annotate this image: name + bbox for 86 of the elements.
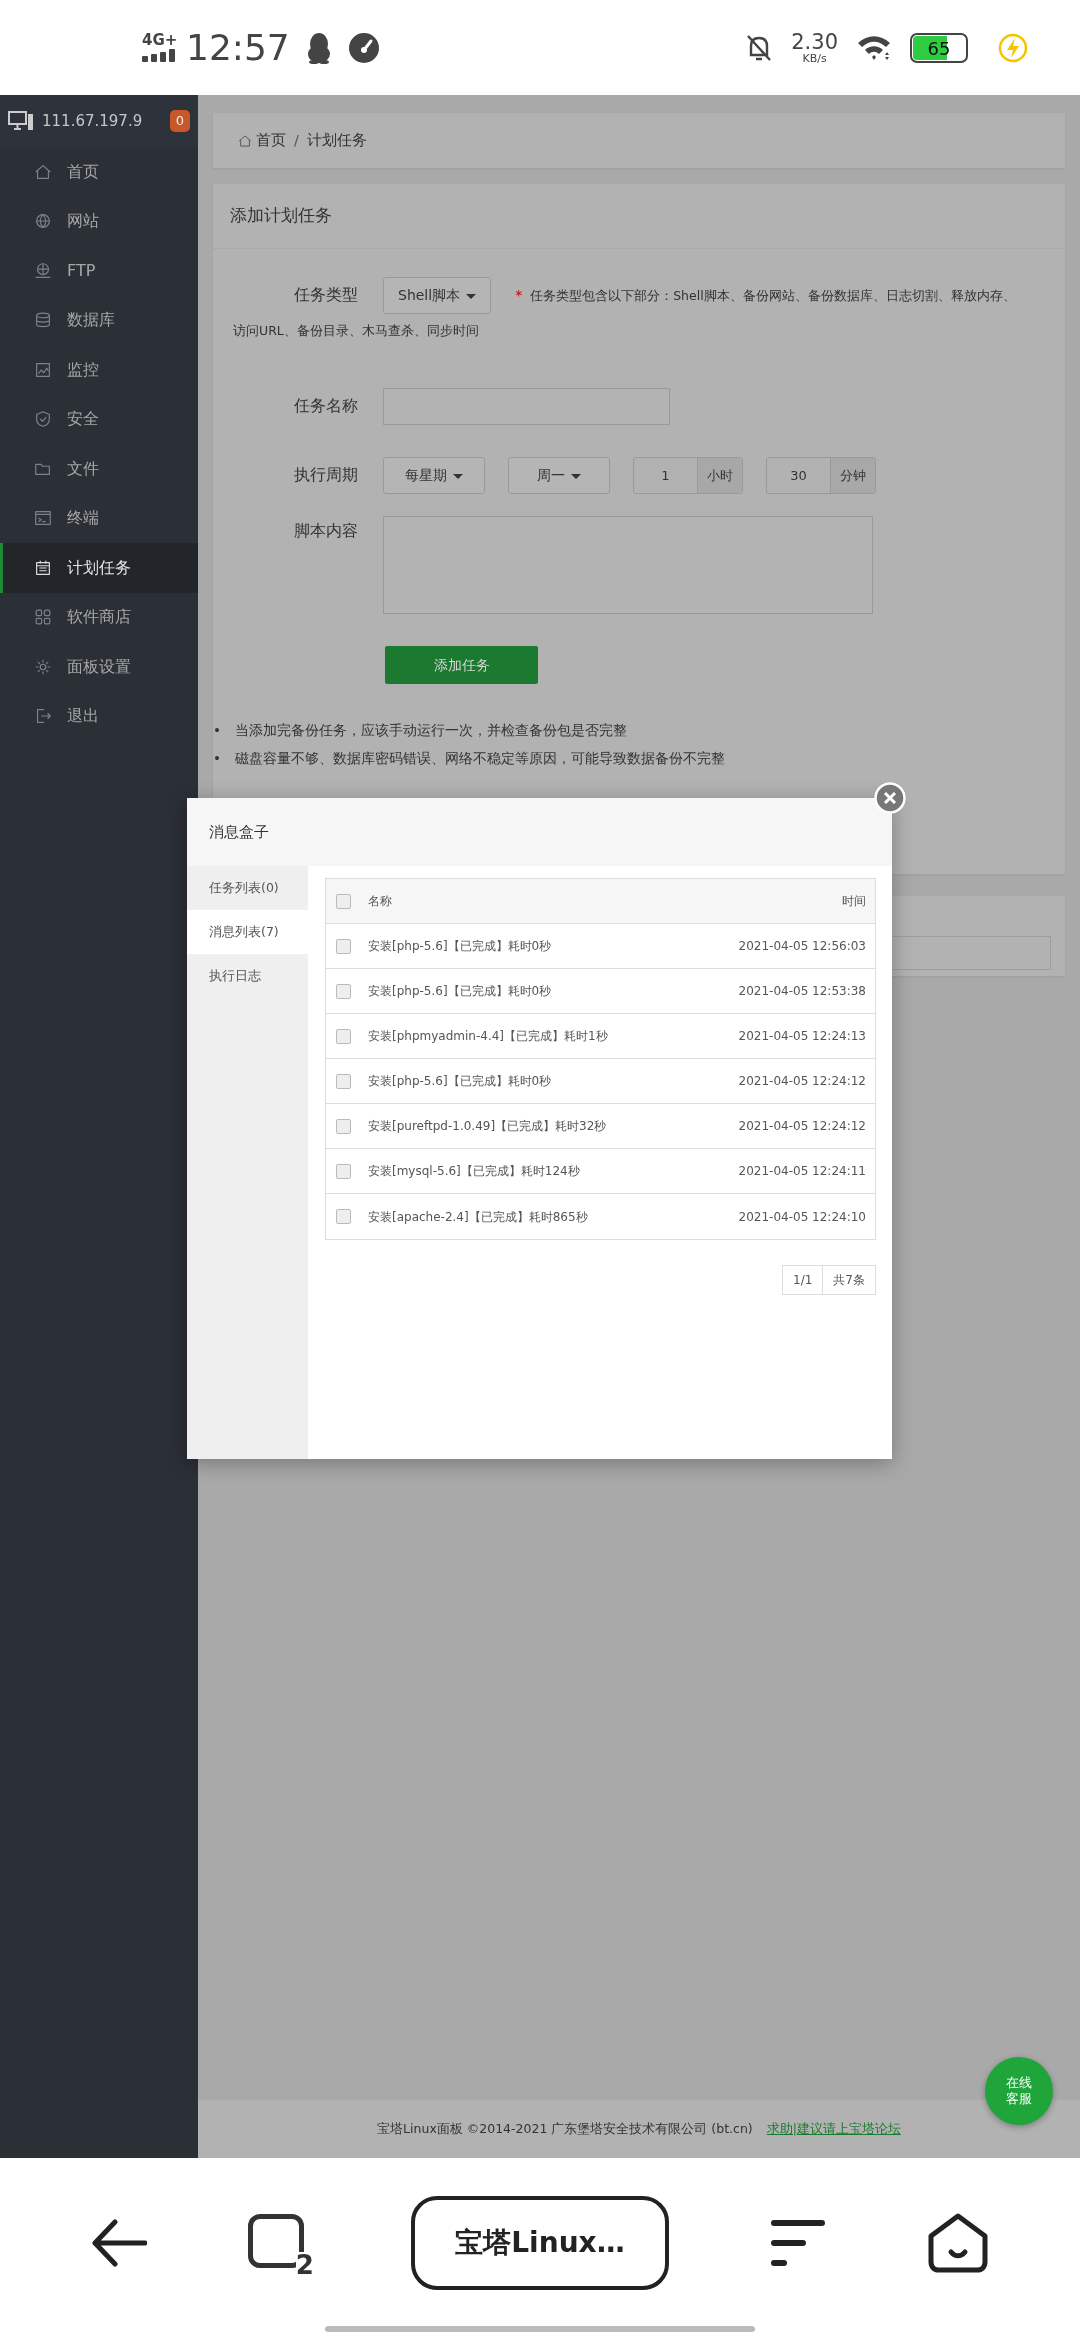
- page-indicator: 1/1: [783, 1266, 824, 1294]
- message-time: 2021-04-05 12:24:10: [738, 1208, 866, 1226]
- breadcrumb-link[interactable]: 首页: [256, 129, 286, 152]
- panel-title: 添加计划任务: [213, 184, 1065, 249]
- message-name: 安装[apache-2.4]【已完成】耗时865秒: [368, 1208, 588, 1226]
- clock-time: 12:57: [186, 25, 290, 70]
- menu-icon[interactable]: [770, 2218, 827, 2268]
- dialog-tab[interactable]: 执行日志: [187, 954, 308, 998]
- home-indicator[interactable]: [325, 2326, 755, 2332]
- row-checkbox[interactable]: [336, 1028, 351, 1044]
- row-checkbox[interactable]: [336, 1209, 351, 1224]
- select-all-checkbox[interactable]: [336, 893, 351, 909]
- sidebar-item[interactable]: 面板设置: [0, 642, 198, 692]
- network-type-label: 4G+: [142, 33, 178, 48]
- message-name: 安装[php-5.6]【已完成】耗时0秒: [368, 938, 552, 955]
- script-textarea[interactable]: [383, 516, 873, 614]
- message-time: 2021-04-05 12:53:38: [738, 983, 866, 1000]
- hour-input[interactable]: 1 小时: [633, 457, 743, 494]
- field-label: 任务类型: [293, 285, 359, 306]
- total-count: 共7条: [832, 1272, 866, 1289]
- add-task-button[interactable]: 添加任务: [385, 646, 538, 684]
- sidebar-item[interactable]: 终端: [0, 493, 198, 543]
- sidebar-item[interactable]: 计划任务: [0, 543, 198, 593]
- row-checkbox[interactable]: [336, 983, 351, 999]
- field-label: 脚本内容: [293, 521, 359, 542]
- field-label: 任务名称: [293, 395, 359, 417]
- message-time: 2021-04-05 12:24:13: [738, 1028, 866, 1045]
- row-checkbox[interactable]: [336, 1118, 351, 1134]
- row-checkbox[interactable]: [336, 938, 351, 954]
- task-type-hint: 任务类型包含以下部分：Shell脚本、备份网站、备份数据库、日志切割、释放内存、: [530, 288, 1016, 303]
- task-name-input[interactable]: [383, 388, 670, 425]
- home-face-icon[interactable]: [927, 2212, 990, 2274]
- sidebar-item[interactable]: 数据库: [0, 295, 198, 345]
- minute-input[interactable]: 30 分钟: [766, 457, 876, 494]
- dialog-title: 消息盒子: [187, 798, 892, 866]
- row-checkbox[interactable]: [336, 1163, 351, 1179]
- message-name: 安装[phpmyadmin-4.4]【已完成】耗时1秒: [368, 1028, 608, 1045]
- notification-count: 0: [169, 110, 190, 132]
- sidebar-item[interactable]: 文件: [0, 444, 198, 494]
- required-mark: *: [515, 287, 523, 303]
- message-name: 安装[pureftpd-1.0.49]【已完成】耗时32秒: [368, 1118, 607, 1135]
- monitor-icon: [8, 111, 34, 131]
- sidebar-item[interactable]: 网站: [0, 196, 198, 246]
- dialog-tab[interactable]: 消息列表(7): [187, 910, 308, 954]
- back-arrow-icon[interactable]: [90, 2218, 147, 2268]
- row-checkbox[interactable]: [336, 1073, 351, 1089]
- charging-icon: [998, 32, 1028, 63]
- copyright-text: 宝塔Linux面板 ©2014-2021 广东堡塔安全技术有限公司 (bt.cn): [377, 2119, 753, 2138]
- period-dropdown[interactable]: 每星期: [383, 457, 485, 494]
- message-time: 2021-04-05 12:24:11: [738, 1163, 866, 1180]
- message-time: 2021-04-05 12:56:03: [738, 938, 866, 955]
- sidebar-item[interactable]: 安全: [0, 394, 198, 444]
- note-text: 磁盘容量不够、数据库密码错误、网络不稳定等原因，可能导致数据备份不完整: [234, 749, 725, 768]
- server-ip: 111.67.197.9: [42, 110, 143, 132]
- sidebar-item[interactable]: 软件商店: [0, 592, 198, 642]
- bullet-mark: •: [213, 749, 221, 768]
- message-name: 安装[mysql-5.6]【已完成】耗时124秒: [368, 1163, 580, 1180]
- house-icon: [237, 132, 253, 149]
- message-time: 2021-04-05 12:24:12: [738, 1118, 866, 1135]
- breadcrumb-separator: /: [294, 130, 299, 150]
- column-header: 名称: [368, 893, 392, 910]
- message-name: 安装[php-5.6]【已完成】耗时0秒: [368, 1073, 552, 1090]
- note-text: 当添加完备份任务，应该手动运行一次，并检查备份包是否完整: [234, 721, 627, 740]
- penguin-icon: [305, 31, 332, 64]
- message-time: 2021-04-05 12:24:12: [738, 1073, 866, 1090]
- task-type-hint: 访问URL、备份目录、木马查杀、同步时间: [233, 323, 479, 338]
- speed-unit: KB/s: [802, 52, 827, 64]
- network-globe-icon: [33, 260, 53, 281]
- message-name: 安装[php-5.6]【已完成】耗时0秒: [368, 983, 552, 1000]
- task-type-dropdown[interactable]: Shell脚本: [383, 277, 492, 314]
- dialog-tab[interactable]: 任务列表(0): [187, 866, 308, 910]
- speedometer-icon: [347, 31, 380, 64]
- sidebar-item[interactable]: 退出: [0, 691, 198, 741]
- shield-check-icon: [33, 409, 53, 430]
- column-header: 时间: [842, 893, 866, 910]
- sidebar-item[interactable]: FTP: [0, 246, 198, 296]
- field-label: 执行周期: [293, 464, 359, 486]
- signal-icon: [142, 48, 178, 62]
- breadcrumb-current: 计划任务: [306, 130, 367, 150]
- bullet-mark: •: [213, 721, 221, 740]
- weekday-dropdown[interactable]: 周一: [508, 457, 610, 494]
- page-title-pill[interactable]: 宝塔Linux…: [410, 2196, 669, 2290]
- wifi-icon: [856, 33, 892, 62]
- net-speed: 2.30: [791, 31, 838, 53]
- sidebar-item[interactable]: 监控: [0, 345, 198, 395]
- sidebar-item[interactable]: 首页: [0, 147, 198, 197]
